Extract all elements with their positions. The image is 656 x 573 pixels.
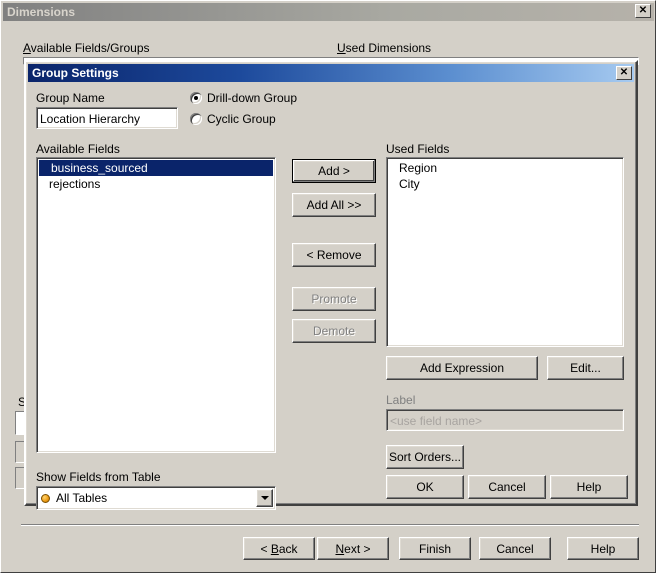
table-dot-icon bbox=[41, 494, 50, 503]
accel-letter: A bbox=[23, 41, 31, 55]
back-button-label: < Back bbox=[260, 543, 297, 555]
footer-separator bbox=[21, 524, 639, 526]
screen-root: Dimensions ✕ Available Fields/Groups Use… bbox=[0, 0, 656, 573]
radio-cyclic-group-label: Cyclic Group bbox=[207, 112, 276, 126]
add-all-button[interactable]: Add All >> bbox=[292, 193, 376, 217]
close-icon[interactable]: ✕ bbox=[635, 4, 651, 18]
edit-button-label: Edit... bbox=[570, 362, 601, 374]
close-icon[interactable]: ✕ bbox=[616, 66, 632, 80]
list-item[interactable]: Region bbox=[387, 160, 623, 176]
cancel-button-label: Cancel bbox=[496, 543, 533, 555]
group-settings-titlebar[interactable]: Group Settings bbox=[28, 64, 634, 82]
show-fields-from-table-combobox[interactable]: All Tables bbox=[36, 486, 276, 510]
promote-button-label: Promote bbox=[311, 293, 356, 305]
promote-button[interactable]: Promote bbox=[292, 287, 376, 311]
list-item[interactable]: rejections bbox=[37, 176, 275, 192]
next-button-label: Next > bbox=[335, 543, 370, 555]
remove-button-label: < Remove bbox=[306, 249, 361, 261]
ok-button-label: OK bbox=[416, 481, 433, 493]
group-settings-title: Group Settings bbox=[28, 66, 119, 80]
demote-button[interactable]: Demote bbox=[292, 319, 376, 343]
dimensions-titlebar[interactable]: Dimensions bbox=[3, 3, 654, 21]
list-item[interactable]: business_sourced bbox=[39, 160, 273, 176]
remove-button[interactable]: < Remove bbox=[292, 243, 376, 267]
add-button-label: Add > bbox=[318, 165, 350, 177]
dialog-help-button-label: Help bbox=[577, 481, 602, 493]
group-settings-dialog: Group Settings ✕ Group Name Location Hie… bbox=[24, 60, 638, 506]
group-name-value: Location Hierarchy bbox=[40, 112, 140, 126]
dialog-cancel-button[interactable]: Cancel bbox=[468, 475, 546, 499]
used-dimensions-label: Used Dimensions bbox=[337, 41, 431, 55]
show-fields-from-table-value: All Tables bbox=[56, 491, 107, 505]
radio-unselected-icon bbox=[190, 113, 202, 125]
accel-letter: U bbox=[337, 41, 346, 55]
dimensions-title: Dimensions bbox=[3, 5, 75, 19]
next-button[interactable]: Next > bbox=[317, 537, 389, 560]
back-button[interactable]: < Back bbox=[243, 537, 315, 560]
chevron-down-icon[interactable] bbox=[256, 489, 273, 507]
group-name-label: Group Name bbox=[36, 91, 105, 105]
list-item[interactable]: City bbox=[387, 176, 623, 192]
sort-orders-button-label: Sort Orders... bbox=[389, 451, 461, 463]
used-fields-list[interactable]: Region City bbox=[386, 157, 624, 347]
radio-selected-icon bbox=[190, 92, 202, 104]
used-fields-label: Used Fields bbox=[386, 142, 449, 156]
cancel-button[interactable]: Cancel bbox=[479, 537, 551, 560]
used-dimensions-label-rest: sed Dimensions bbox=[346, 41, 431, 55]
available-fields-groups-label: Available Fields/Groups bbox=[23, 41, 150, 55]
radio-drill-down-group[interactable]: Drill-down Group bbox=[190, 91, 297, 105]
radio-cyclic-group[interactable]: Cyclic Group bbox=[190, 112, 276, 126]
available-fields-groups-label-rest: vailable Fields/Groups bbox=[31, 41, 150, 55]
label-field-input[interactable]: <use field name> bbox=[386, 409, 624, 431]
sort-orders-button[interactable]: Sort Orders... bbox=[386, 445, 464, 469]
chevron-down-glyph bbox=[261, 496, 269, 500]
add-button[interactable]: Add > bbox=[292, 159, 376, 183]
label-field-label: Label bbox=[386, 393, 415, 407]
show-fields-from-table-label: Show Fields from Table bbox=[36, 470, 161, 484]
add-expression-button-label: Add Expression bbox=[420, 362, 504, 374]
dialog-cancel-button-label: Cancel bbox=[488, 481, 525, 493]
edit-button[interactable]: Edit... bbox=[547, 356, 624, 380]
dialog-help-button[interactable]: Help bbox=[550, 475, 628, 499]
help-button-label: Help bbox=[591, 543, 616, 555]
label-field-placeholder: <use field name> bbox=[390, 414, 482, 428]
finish-button-label: Finish bbox=[419, 543, 451, 555]
group-name-input[interactable]: Location Hierarchy bbox=[36, 107, 178, 129]
available-fields-list[interactable]: business_sourced rejections bbox=[36, 157, 276, 453]
demote-button-label: Demote bbox=[313, 325, 355, 337]
available-fields-label: Available Fields bbox=[36, 142, 120, 156]
add-expression-button[interactable]: Add Expression bbox=[386, 356, 538, 380]
finish-button[interactable]: Finish bbox=[399, 537, 471, 560]
ok-button[interactable]: OK bbox=[386, 475, 464, 499]
help-button[interactable]: Help bbox=[567, 537, 639, 560]
radio-drill-down-group-label: Drill-down Group bbox=[207, 91, 297, 105]
add-all-button-label: Add All >> bbox=[307, 199, 362, 211]
